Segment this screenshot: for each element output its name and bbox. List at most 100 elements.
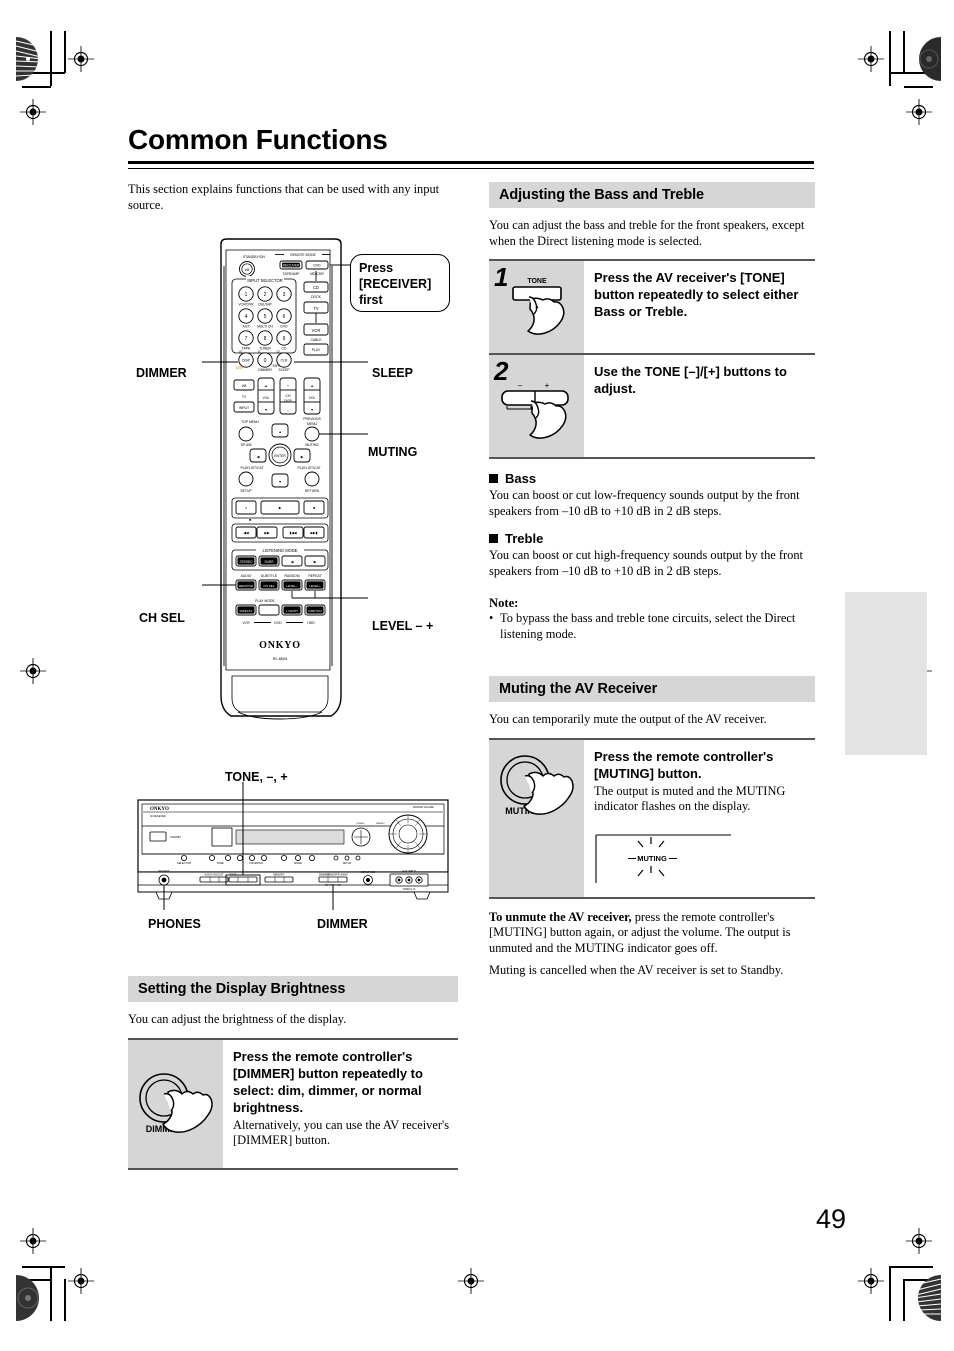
intro-paragraph: This section explains functions that can… [128, 182, 440, 212]
svg-text:CH: CH [286, 394, 291, 398]
svg-text:PRESET: PRESET [376, 823, 385, 825]
svg-text:PLAYLIST/CAT: PLAYLIST/CAT [297, 466, 320, 470]
crop-mark [64, 31, 66, 73]
svg-text:TOP MENU: TOP MENU [241, 420, 259, 424]
svg-text:8: 8 [264, 336, 267, 342]
svg-text:PLAYLIST/CAT: PLAYLIST/CAT [240, 466, 263, 470]
step2-title: Use the TONE [–]/[+] buttons to adjust. [594, 364, 787, 396]
svg-text:DISPLAY: DISPLAY [240, 609, 253, 613]
remote-callout-receiver-first: Press [RECEIVER] first [350, 254, 450, 312]
svg-text:▶: ▶ [301, 455, 304, 459]
svg-text:TONE: TONE [216, 861, 223, 865]
svg-text:◀◀: ◀◀ [243, 531, 249, 535]
dimmer-button-figure: DIMMER [128, 1039, 223, 1168]
svg-text:DIM/TUN: DIM/TUN [309, 609, 322, 613]
registration-target-right-lower [906, 1228, 932, 1254]
muting-instruction-box: MUTING Press the remote controller's [MU… [489, 737, 815, 899]
svg-text:11: 11 [257, 350, 261, 354]
label-dimmer-remote: DIMMER [136, 366, 187, 380]
svg-text:2: 2 [264, 292, 267, 298]
dimmer-press-icon: DIMMER [139, 1072, 213, 1134]
svg-text:AUDIO ADJUST: AUDIO ADJUST [205, 873, 224, 877]
svg-text:RETURN: RETURN [305, 489, 320, 493]
svg-text:CLR: CLR [281, 359, 288, 363]
chapter-side-tab [845, 592, 927, 755]
crop-mark [904, 86, 933, 88]
section-heading-muting: Muting the AV Receiver [489, 676, 815, 702]
brightness-intro: You can adjust the brightness of the dis… [128, 1012, 347, 1026]
svg-text:VIDEO L R: VIDEO L R [403, 887, 416, 891]
svg-text:–: – [518, 381, 523, 390]
svg-text:DOCK: DOCK [311, 295, 322, 299]
svg-text:SETUP: SETUP [240, 489, 252, 493]
svg-text:▶▶▮: ▶▶▮ [310, 531, 317, 535]
step1-figure: 1 TONE ▲ [489, 261, 584, 353]
svg-text:▶▶: ▶▶ [264, 531, 270, 535]
svg-text:TAPE/AMP: TAPE/AMP [283, 272, 301, 276]
svg-text:■: ■ [313, 506, 315, 510]
manual-page: Common Functions This section explains f… [0, 0, 954, 1351]
svg-text:TONE: TONE [527, 278, 547, 285]
svg-text:STANDBY: STANDBY [170, 836, 182, 839]
svg-text:AV RECEIVER: AV RECEIVER [150, 815, 166, 818]
section-heading-bass-treble: Adjusting the Bass and Treble [489, 182, 815, 208]
svg-text:PLAY: PLAY [312, 348, 321, 352]
svg-text:▲: ▲ [264, 384, 267, 388]
svg-text:CH SEL: CH SEL [263, 584, 274, 588]
svg-text:▮◀◀: ▮◀◀ [289, 531, 296, 535]
receiver-front-panel-diagram: .pk{fill:#fff;stroke:#000;stroke-width:0… [128, 782, 458, 912]
svg-text:INPUT SELECTOR: INPUT SELECTOR [247, 278, 282, 283]
svg-text:INPUT: INPUT [239, 406, 249, 410]
svg-text:MENU: MENU [307, 422, 318, 426]
color-patch-top-right [919, 37, 941, 81]
note-text: To bypass the bass and treble tone circu… [500, 611, 796, 641]
svg-text:VOL: VOL [309, 396, 316, 400]
bass-description: You can boost or cut low-frequency sound… [489, 488, 800, 518]
label-sleep-remote: SLEEP [372, 366, 413, 380]
crop-mark [889, 31, 891, 86]
square-bullet-icon [489, 534, 498, 543]
color-patch-bottom-left [16, 1275, 39, 1321]
registration-target-bottom-left [68, 1268, 94, 1294]
display-brightness-section: Setting the Display Brightness You can a… [128, 976, 458, 1170]
right-column: Adjusting the Bass and Treble You can ad… [489, 182, 815, 979]
svg-text:PLAY MODE: PLAY MODE [255, 599, 275, 603]
muting-section: Muting the AV Receiver You can temporari… [489, 676, 815, 979]
step1-title: Press the AV receiver's [TONE] button re… [594, 270, 799, 319]
svg-text:DVD: DVD [313, 264, 321, 268]
brightness-step-title: Press the remote controller's [DIMMER] b… [233, 1048, 423, 1115]
svg-text:▶: ▶ [314, 560, 317, 564]
svg-text:DIMMER: DIMMER [258, 368, 272, 372]
svg-text:TV: TV [313, 306, 319, 311]
brightness-instruction-box: DIMMER Press the remote controller's [DI… [128, 1037, 458, 1170]
brightness-step-sub: Alternatively, you can use the AV receiv… [233, 1117, 450, 1148]
svg-text:6: 6 [283, 314, 286, 320]
display-panel-muting-indicator: MUTING [595, 833, 731, 883]
tone-button-press-icon: TONE ▲ [512, 278, 565, 335]
svg-text:SELECTOR: SELECTOR [177, 861, 191, 865]
muting-display-indicator-figure: MUTING [594, 829, 809, 887]
standby-paragraph: Muting is cancelled when the AV receiver… [489, 963, 784, 977]
page-title: Common Functions [128, 124, 388, 155]
svg-text:VCR: VCR [242, 621, 250, 625]
svg-text:RECEIVER: RECEIVER [283, 264, 300, 268]
label-dimmer-receiver: DIMMER [317, 917, 368, 931]
svg-text:–: – [287, 408, 289, 412]
registration-target-top-right [858, 46, 884, 72]
treble-subheading: Treble [489, 531, 815, 546]
svg-text:DISP: DISP [236, 366, 243, 370]
svg-text:AUDIO: AUDIO [241, 574, 252, 578]
step1-text: Press the AV receiver's [TONE] button re… [584, 261, 815, 353]
color-patch-top-left [15, 37, 43, 81]
svg-text:TUNING: TUNING [338, 873, 348, 877]
note-bullet-icon: • [489, 611, 494, 625]
svg-text:TAPE: TAPE [242, 347, 251, 351]
svg-text:STEREO: STEREO [239, 560, 253, 564]
treble-description: You can boost or cut high-frequency soun… [489, 548, 803, 578]
svg-text:MUTING: MUTING [305, 443, 319, 447]
muting-step-sub: The output is muted and the MUTING indic… [594, 783, 786, 814]
svg-text:HDD: HDD [307, 621, 315, 625]
crop-mark [22, 86, 51, 88]
svg-text:▼: ▼ [264, 408, 267, 412]
svg-text:3: 3 [283, 292, 286, 298]
